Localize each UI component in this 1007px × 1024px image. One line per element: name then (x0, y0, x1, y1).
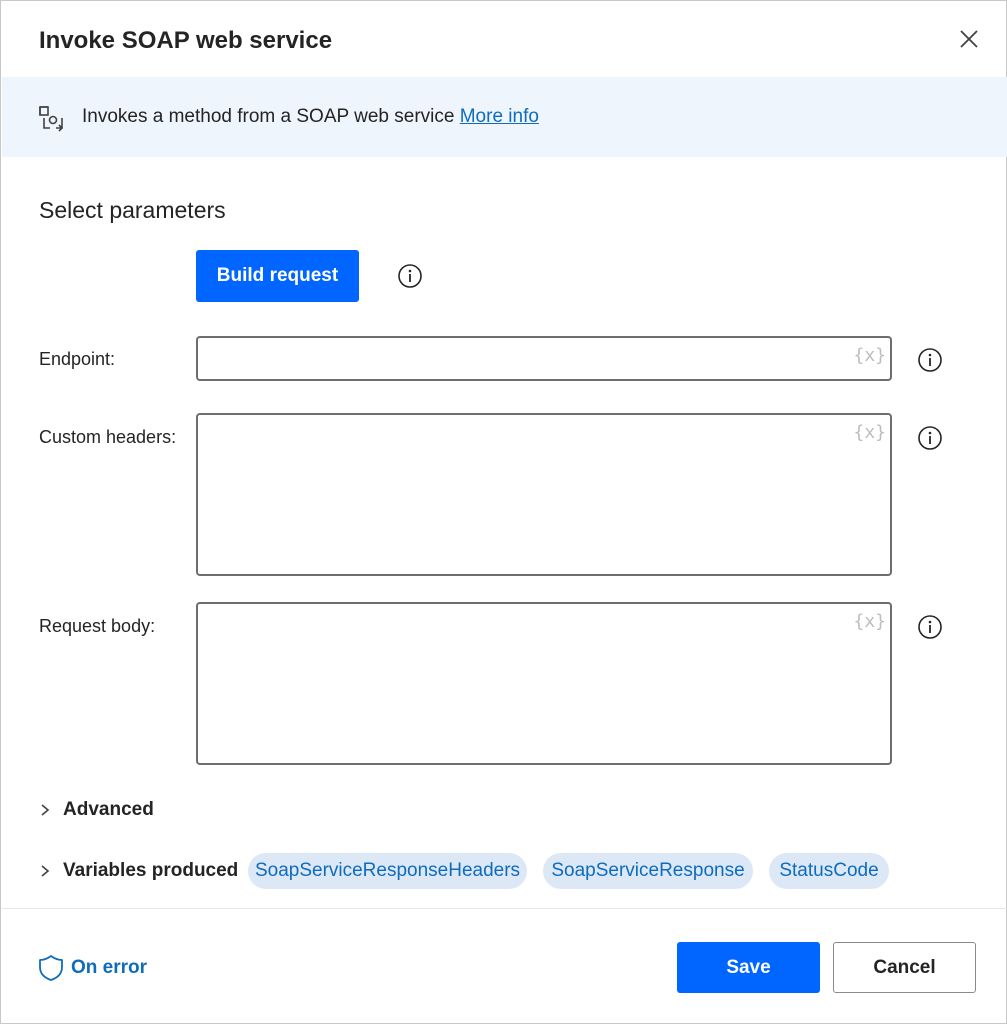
info-icon[interactable] (397, 263, 423, 289)
shield-icon (39, 955, 63, 981)
info-banner: Invokes a method from a SOAP web service… (2, 77, 1007, 157)
close-icon (960, 30, 978, 48)
advanced-label: Advanced (63, 799, 154, 820)
variables-produced-label: Variables produced (63, 860, 239, 881)
advanced-expander[interactable]: Advanced (39, 798, 154, 822)
endpoint-variable-button[interactable]: {x} (853, 344, 886, 368)
variable-chip[interactable]: StatusCode (769, 853, 889, 889)
chevron-right-icon (41, 804, 50, 816)
endpoint-info-icon[interactable] (917, 347, 943, 373)
custom-headers-label: Custom headers: (39, 427, 177, 447)
variable-chip[interactable]: SoapServiceResponse (543, 853, 753, 889)
footer-divider (2, 908, 1007, 909)
request-body-info-icon[interactable] (917, 614, 943, 640)
custom-headers-info-icon[interactable] (917, 425, 943, 451)
soap-action-icon (39, 106, 64, 132)
banner-description: Invokes a method from a SOAP web service (82, 106, 455, 127)
endpoint-input[interactable]: {x} (196, 336, 892, 381)
dialog-title: Invoke SOAP web service (39, 27, 333, 54)
variables-produced-expander[interactable]: Variables produced (39, 859, 238, 883)
invoke-soap-dialog: Invoke SOAP web service Invokes a method… (0, 0, 1007, 1024)
chevron-right-icon (41, 865, 50, 877)
close-button[interactable] (953, 25, 985, 53)
on-error-label: On error (71, 957, 148, 978)
custom-headers-variable-button[interactable]: {x} (853, 421, 886, 445)
request-body-variable-button[interactable]: {x} (853, 610, 886, 634)
more-info-link[interactable]: More info (460, 106, 539, 127)
request-body-input[interactable]: {x} (196, 602, 892, 765)
cancel-button[interactable]: Cancel (833, 942, 976, 993)
on-error-button[interactable]: On error (37, 954, 147, 982)
save-button[interactable]: Save (677, 942, 820, 993)
banner-text: Invokes a method from a SOAP web service… (82, 105, 539, 129)
endpoint-label: Endpoint: (39, 349, 116, 369)
request-body-label: Request body: (39, 616, 156, 636)
variable-chip[interactable]: SoapServiceResponseHeaders (248, 853, 527, 889)
section-title: Select parameters (39, 197, 226, 223)
custom-headers-input[interactable]: {x} (196, 413, 892, 576)
build-request-button[interactable]: Build request (196, 250, 359, 302)
